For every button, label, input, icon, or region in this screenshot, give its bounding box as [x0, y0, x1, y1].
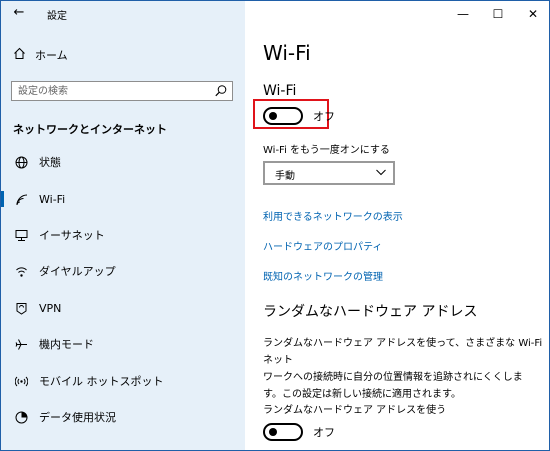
minimize-icon: —	[457, 7, 469, 21]
random-hw-heading: ランダムなハードウェア アドレス	[263, 304, 478, 320]
globe-icon	[13, 154, 29, 170]
sidebar: ← 設定 ホーム ネットワークとインターネット 状態 Wi-	[1, 1, 245, 450]
description-line: ワークへの接続時に自分の位置情報を追跡されにくくしま	[263, 372, 523, 383]
search-icon[interactable]	[214, 84, 228, 98]
home-icon	[13, 47, 29, 63]
sidebar-item-ethernet[interactable]: イーサネット	[1, 221, 245, 249]
wifi-toggle-row: オフ	[263, 107, 335, 125]
sidebar-item-home[interactable]: ホーム	[13, 47, 68, 63]
sidebar-item-label: 状態	[39, 156, 61, 169]
random-hw-toggle-state: オフ	[313, 426, 335, 439]
random-hw-toggle[interactable]	[263, 423, 303, 441]
minimize-button[interactable]: —	[451, 5, 475, 23]
back-button[interactable]: ←	[9, 4, 29, 22]
toggle-knob	[269, 112, 277, 120]
maximize-button[interactable]: ☐	[486, 5, 510, 23]
chevron-down-icon	[375, 166, 387, 178]
dialup-icon	[13, 263, 29, 279]
app-title: 設定	[47, 11, 67, 22]
airplane-icon	[13, 336, 29, 352]
search-box[interactable]	[11, 81, 233, 101]
settings-window: ← 設定 ホーム ネットワークとインターネット 状態 Wi-	[0, 0, 550, 451]
page-title: Wi-Fi	[263, 41, 311, 65]
sidebar-item-label: VPN	[39, 301, 62, 315]
link-hardware-properties[interactable]: ハードウェアのプロパティ	[263, 238, 382, 253]
data-usage-icon	[13, 409, 29, 425]
section-title: ネットワークとインターネット	[13, 123, 167, 136]
random-hw-description: ランダムなハードウェア アドレスを使って、さまざまな Wi-Fi ネット ワーク…	[263, 335, 545, 403]
maximize-icon: ☐	[492, 7, 504, 21]
wifi-heading: Wi-Fi	[263, 83, 297, 99]
sidebar-item-wifi[interactable]: Wi-Fi	[1, 185, 245, 213]
link-show-available-networks[interactable]: 利用できるネットワークの表示	[263, 208, 403, 223]
main-content: — ☐ ✕ Wi-Fi Wi-Fi オフ Wi-Fi をもう一度オンにする 手動…	[245, 1, 549, 450]
close-icon: ✕	[527, 7, 539, 21]
sidebar-item-dialup[interactable]: ダイヤルアップ	[1, 257, 245, 285]
reenable-dropdown-value: 手動	[275, 171, 295, 182]
random-hw-toggle-row: オフ	[263, 423, 335, 441]
wifi-toggle[interactable]	[263, 107, 303, 125]
back-arrow-icon: ←	[13, 5, 25, 20]
hotspot-icon	[13, 373, 29, 389]
reenable-dropdown[interactable]: 手動	[263, 161, 395, 185]
home-label: ホーム	[35, 49, 68, 62]
sidebar-item-status[interactable]: 状態	[1, 148, 245, 176]
sidebar-item-airplane-mode[interactable]: 機内モード	[1, 330, 245, 358]
description-line: ランダムなハードウェア アドレスを使って、さまざまな Wi-Fi ネット	[263, 338, 543, 366]
wifi-toggle-state: オフ	[313, 110, 335, 123]
close-button[interactable]: ✕	[521, 5, 545, 23]
sidebar-item-label: Wi-Fi	[39, 192, 66, 206]
sidebar-item-label: データ使用状況	[39, 411, 116, 424]
sidebar-item-label: ダイヤルアップ	[39, 265, 116, 278]
wifi-icon	[13, 191, 29, 207]
ethernet-icon	[13, 227, 29, 243]
search-input[interactable]	[12, 82, 208, 100]
link-manage-known-networks[interactable]: 既知のネットワークの管理	[263, 268, 383, 283]
sidebar-item-label: 機内モード	[39, 338, 94, 351]
random-hw-use-label: ランダムなハードウェア アドレスを使う	[263, 405, 447, 416]
sidebar-item-hotspot[interactable]: モバイル ホットスポット	[1, 367, 245, 395]
toggle-knob	[269, 428, 277, 436]
reenable-label: Wi-Fi をもう一度オンにする	[263, 145, 390, 156]
sidebar-item-data-usage[interactable]: データ使用状況	[1, 403, 245, 431]
sidebar-item-vpn[interactable]: VPN	[1, 294, 245, 322]
sidebar-item-label: モバイル ホットスポット	[39, 375, 164, 388]
vpn-icon	[13, 300, 29, 316]
sidebar-item-label: イーサネット	[39, 229, 105, 242]
